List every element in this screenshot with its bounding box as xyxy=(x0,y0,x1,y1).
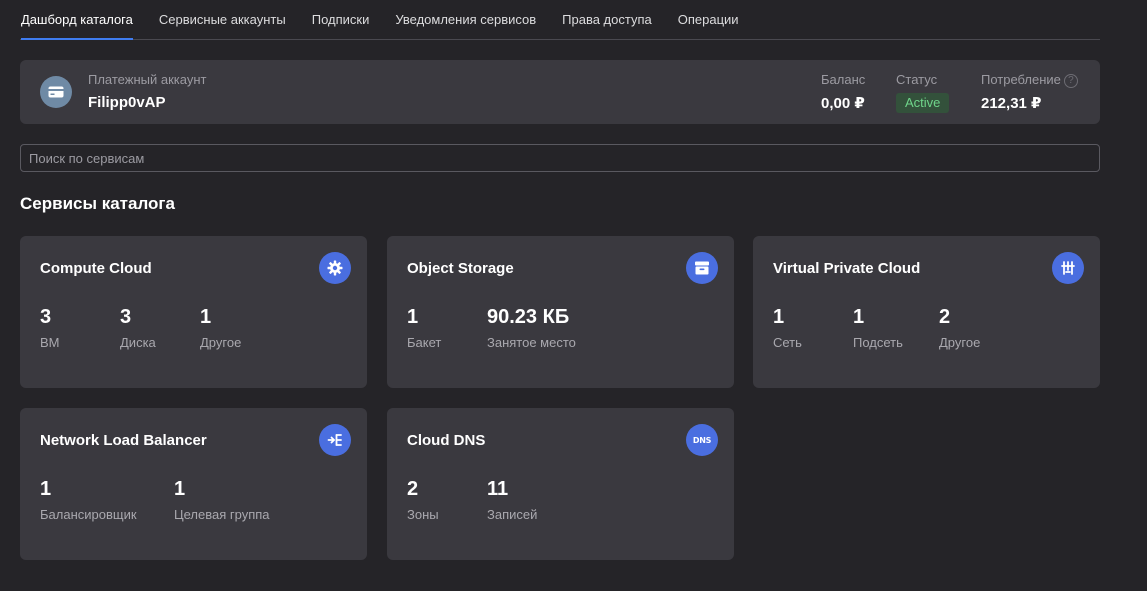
metric-value: 90.23 КБ xyxy=(487,306,570,328)
help-icon[interactable]: ? xyxy=(1063,74,1078,88)
tab-subscriptions[interactable]: Подписки xyxy=(312,0,370,39)
card-title: Compute Cloud xyxy=(40,260,152,277)
metric-records: 11 Записей xyxy=(487,478,537,522)
dns-icon-text: DNS xyxy=(692,435,712,445)
network-icon xyxy=(1052,252,1084,284)
metric-subnets: 1 Подсеть xyxy=(853,306,903,350)
balance-label: Баланс xyxy=(821,72,866,87)
metric-value: 3 xyxy=(120,306,132,328)
metric-vms: 3 ВМ xyxy=(40,306,60,350)
card-title: Network Load Balancer xyxy=(40,432,207,449)
search-input[interactable] xyxy=(20,144,1100,172)
billing-account-panel[interactable]: Платежный аккаунт Filipp0vAP Баланс 0,00… xyxy=(20,60,1100,124)
consumption-value: 212,31 ₽ xyxy=(981,95,1042,112)
storage-box-icon xyxy=(686,252,718,284)
tab-bar: Дашборд каталога Сервисные аккаунты Подп… xyxy=(20,0,1100,40)
tab-service-accounts[interactable]: Сервисные аккаунты xyxy=(159,0,286,39)
load-balancer-icon xyxy=(319,424,351,456)
metric-label: Занятое место xyxy=(487,335,576,350)
metric-buckets: 1 Бакет xyxy=(407,306,441,350)
consumption-label: Потребление? xyxy=(981,72,1078,88)
status-badge: Active xyxy=(896,93,950,113)
metric-label: Зоны xyxy=(407,507,439,522)
tab-service-notifications[interactable]: Уведомления сервисов xyxy=(395,0,536,39)
service-card-object-storage[interactable]: Object Storage 1 Бакет 90.23 КБ Занятое … xyxy=(387,236,734,388)
metric-target-groups: 1 Целевая группа xyxy=(174,478,270,522)
metric-value: 3 xyxy=(40,306,52,328)
metric-balancers: 1 Балансировщик xyxy=(40,478,137,522)
metric-label: Диска xyxy=(120,335,156,350)
card-title: Object Storage xyxy=(407,260,514,277)
tab-operations[interactable]: Операции xyxy=(678,0,739,39)
metric-label: Другое xyxy=(200,335,242,350)
metric-value: 1 xyxy=(174,478,186,500)
metric-networks: 1 Сеть xyxy=(773,306,802,350)
metric-value: 11 xyxy=(487,478,509,500)
metric-label: Подсеть xyxy=(853,335,903,350)
billing-account-name[interactable]: Filipp0vAP xyxy=(88,94,166,111)
metric-label: Сеть xyxy=(773,335,802,350)
metric-label: Целевая группа xyxy=(174,507,270,522)
consumption-label-text: Потребление xyxy=(981,72,1061,87)
tab-access-rights[interactable]: Права доступа xyxy=(562,0,652,39)
metric-value: 1 xyxy=(40,478,52,500)
metric-label: ВМ xyxy=(40,335,60,350)
metric-value: 1 xyxy=(200,306,212,328)
dns-icon: DNS xyxy=(686,424,718,456)
card-title: Cloud DNS xyxy=(407,432,486,449)
billing-account-label: Платежный аккаунт xyxy=(88,72,207,87)
metric-value: 1 xyxy=(407,306,419,328)
metric-value: 1 xyxy=(853,306,865,328)
metric-disks: 3 Диска xyxy=(120,306,156,350)
card-title: Virtual Private Cloud xyxy=(773,260,921,277)
metric-label: Бакет xyxy=(407,335,442,350)
metric-value: 1 xyxy=(773,306,785,328)
service-card-cloud-dns[interactable]: Cloud DNS DNS 2 Зоны 11 Записей xyxy=(387,408,734,560)
service-card-vpc[interactable]: Virtual Private Cloud 1 Сеть 1 Подсеть 2… xyxy=(753,236,1100,388)
metric-label: Другое xyxy=(939,335,981,350)
metric-zones: 2 Зоны xyxy=(407,478,439,522)
metric-label: Балансировщик xyxy=(40,507,137,522)
credit-card-icon xyxy=(40,76,72,108)
metric-value: 2 xyxy=(939,306,951,328)
metric-other: 1 Другое xyxy=(200,306,241,350)
balance-value: 0,00 ₽ xyxy=(821,95,865,112)
service-card-compute-cloud[interactable]: Compute Cloud 3 ВМ 3 Диска 1 Другое xyxy=(20,236,367,388)
metric-value: 2 xyxy=(407,478,419,500)
metric-label: Записей xyxy=(487,507,538,522)
service-card-network-load-balancer[interactable]: Network Load Balancer 1 Балансировщик 1 … xyxy=(20,408,367,560)
metric-used-space: 90.23 КБ Занятое место xyxy=(487,306,576,350)
gear-icon xyxy=(319,252,351,284)
tab-dashboard[interactable]: Дашборд каталога xyxy=(21,0,133,40)
metric-other: 2 Другое xyxy=(939,306,980,350)
section-title: Сервисы каталога xyxy=(20,194,175,213)
status-label: Статус xyxy=(896,72,938,87)
